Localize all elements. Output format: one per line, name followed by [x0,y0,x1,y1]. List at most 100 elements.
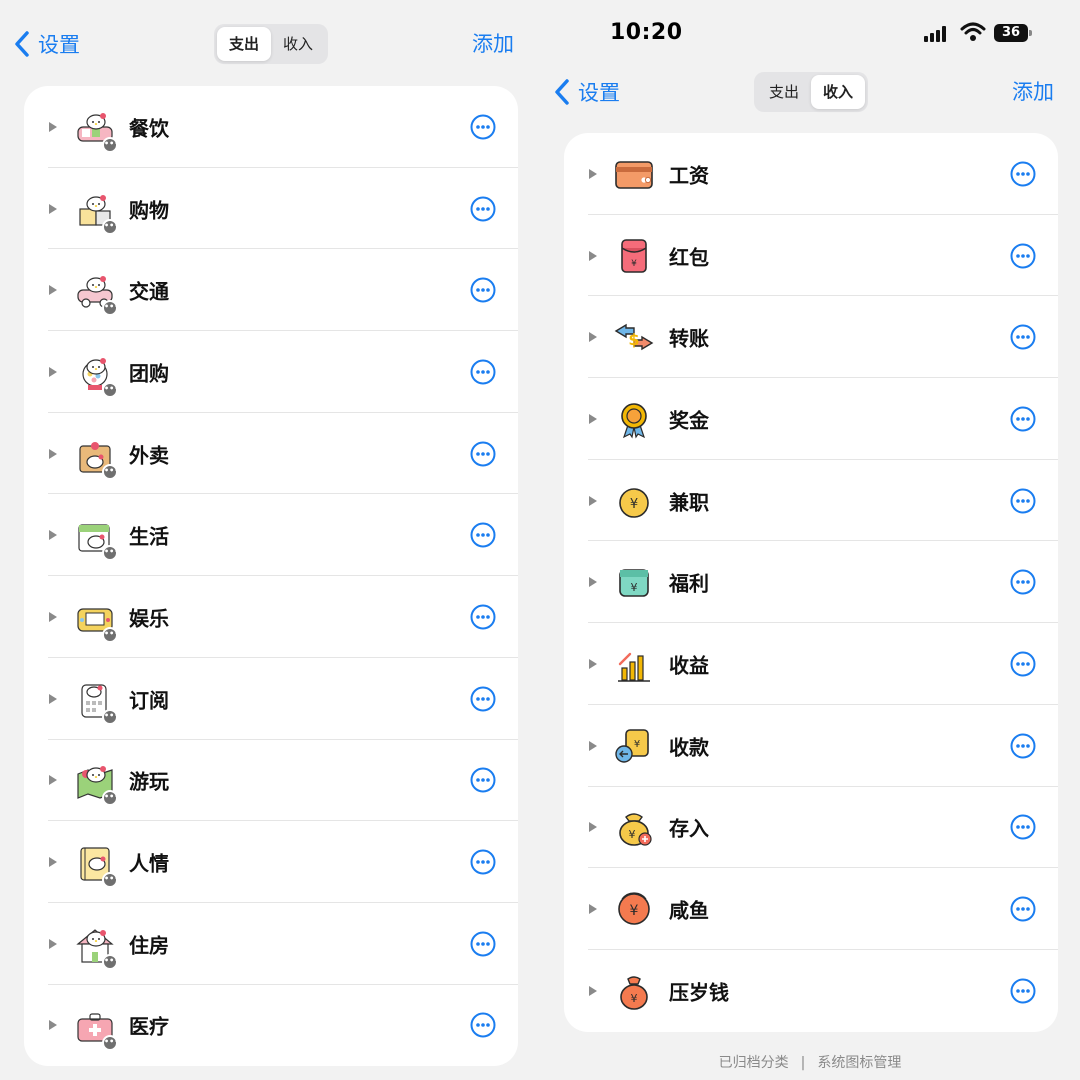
list-item[interactable]: ••• 外卖 [24,413,518,495]
category-label: 红包 [669,245,709,270]
add-button[interactable]: 添加 [1012,76,1054,106]
list-item[interactable]: ••• 购物 [24,168,518,250]
list-item[interactable]: 奖金 [564,378,1058,460]
disclosure-triangle-icon[interactable] [49,857,57,868]
more-options-button[interactable] [470,196,496,222]
kitty-takeout-bag-icon: ••• [72,434,119,480]
more-options-button[interactable] [1010,569,1036,595]
list-item[interactable]: ••• 团购 [24,331,518,413]
category-label: 生活 [129,524,169,549]
expense-panel: 设置 支出 收入 添加 ••• 餐饮 ••• 购物 ••• 交通 ••• 团购 ••• 外卖 •••… [0,0,540,1080]
more-options-button[interactable] [1010,978,1036,1004]
list-item[interactable]: $ 转账 [564,296,1058,379]
more-options-button[interactable] [1010,406,1036,432]
disclosure-triangle-icon[interactable] [589,250,597,261]
disclosure-triangle-icon[interactable] [589,495,597,506]
back-label: 设置 [38,33,80,57]
disclosure-triangle-icon[interactable] [49,448,57,459]
more-options-button[interactable] [470,849,496,875]
disclosure-triangle-icon[interactable] [589,413,597,424]
list-item[interactable]: 收益 [564,623,1058,705]
system-icon-manage-link[interactable]: 系统图标管理 [817,1055,901,1071]
more-options-button[interactable] [470,931,496,957]
list-item[interactable]: ¥ 压岁钱 [564,950,1058,1032]
list-item[interactable]: ••• 住房 [24,903,518,985]
disclosure-triangle-icon[interactable] [589,332,597,343]
more-options-button[interactable] [1010,733,1036,759]
more-options-button[interactable] [470,441,496,467]
list-item[interactable]: ••• 生活 [24,494,518,577]
list-item[interactable]: ••• 订阅 [24,658,518,740]
kitty-medkit-icon: ••• [72,1005,119,1052]
back-button[interactable]: 设置 [554,74,620,110]
list-item[interactable]: ••• 人情 [24,821,518,903]
category-label: 医疗 [129,1014,169,1039]
list-item[interactable]: ••• 娱乐 [24,576,518,658]
list-item[interactable]: ••• 交通 [24,249,518,332]
disclosure-triangle-icon[interactable] [49,121,57,132]
more-options-button[interactable] [470,359,496,385]
receive-payment-icon: ¥ [612,726,656,766]
disclosure-triangle-icon[interactable] [589,577,597,588]
list-item[interactable]: ¥ 红包 [564,215,1058,297]
list-item[interactable]: ¥ 兼职 [564,460,1058,542]
category-list: ••• 餐饮 ••• 购物 ••• 交通 ••• 团购 ••• 外卖 ••• 生活 ••• 娱乐 ••• 订阅… [24,86,518,1066]
ellipsis-badge-icon: ••• [102,218,119,235]
more-options-button[interactable] [1010,161,1036,187]
disclosure-triangle-icon[interactable] [589,168,597,179]
category-label: 购物 [129,198,169,223]
list-item[interactable]: ¥ 收款 [564,705,1058,787]
disclosure-triangle-icon[interactable] [49,366,57,377]
disclosure-triangle-icon[interactable] [49,203,57,214]
list-item[interactable]: ¥ 咸鱼 [564,868,1058,950]
signal-icon [924,26,950,42]
disclosure-triangle-icon[interactable] [589,904,597,915]
more-options-button[interactable] [470,1012,496,1038]
tab-expense[interactable]: 支出 [217,27,271,61]
add-button[interactable]: 添加 [472,28,514,58]
status-time: 10:20 [610,20,683,45]
more-options-button[interactable] [1010,324,1036,350]
more-options-button[interactable] [1010,488,1036,514]
disclosure-triangle-icon[interactable] [49,530,57,541]
more-options-button[interactable] [470,767,496,793]
disclosure-triangle-icon[interactable] [49,285,57,296]
tab-income[interactable]: 收入 [811,75,865,109]
more-options-button[interactable] [1010,896,1036,922]
disclosure-triangle-icon[interactable] [589,985,597,996]
nav-bar: 设置 支出 收入 添加 [540,68,1080,118]
list-item[interactable]: 工资 [564,133,1058,215]
more-options-button[interactable] [470,114,496,140]
more-options-button[interactable] [1010,814,1036,840]
tab-income[interactable]: 收入 [271,27,325,61]
svg-text:$: $ [628,330,639,349]
more-options-button[interactable] [1010,243,1036,269]
archived-categories-link[interactable]: 已归档分类 [719,1055,789,1071]
disclosure-triangle-icon[interactable] [49,1020,57,1031]
disclosure-triangle-icon[interactable] [49,938,57,949]
list-item[interactable]: ••• 游玩 [24,740,518,822]
disclosure-triangle-icon[interactable] [589,658,597,669]
category-label: 订阅 [129,688,169,713]
disclosure-triangle-icon[interactable] [49,693,57,704]
list-item[interactable]: ¥ 福利 [564,541,1058,624]
category-label: 住房 [129,933,169,958]
list-item[interactable]: ••• 餐饮 [24,86,518,168]
more-options-button[interactable] [470,277,496,303]
more-options-button[interactable] [470,686,496,712]
list-item[interactable]: ¥ 存入 [564,787,1058,869]
battery-icon: 36 [994,24,1032,42]
more-options-button[interactable] [1010,651,1036,677]
disclosure-triangle-icon[interactable] [589,740,597,751]
category-label: 存入 [669,816,709,841]
category-label: 兼职 [669,490,709,515]
more-options-button[interactable] [470,522,496,548]
disclosure-triangle-icon[interactable] [49,611,57,622]
back-button[interactable]: 设置 [14,26,80,62]
disclosure-triangle-icon[interactable] [589,822,597,833]
list-item[interactable]: ••• 医疗 [24,985,518,1066]
more-options-button[interactable] [470,604,496,630]
tab-expense[interactable]: 支出 [757,75,811,109]
chevron-left-icon [15,31,29,57]
disclosure-triangle-icon[interactable] [49,775,57,786]
